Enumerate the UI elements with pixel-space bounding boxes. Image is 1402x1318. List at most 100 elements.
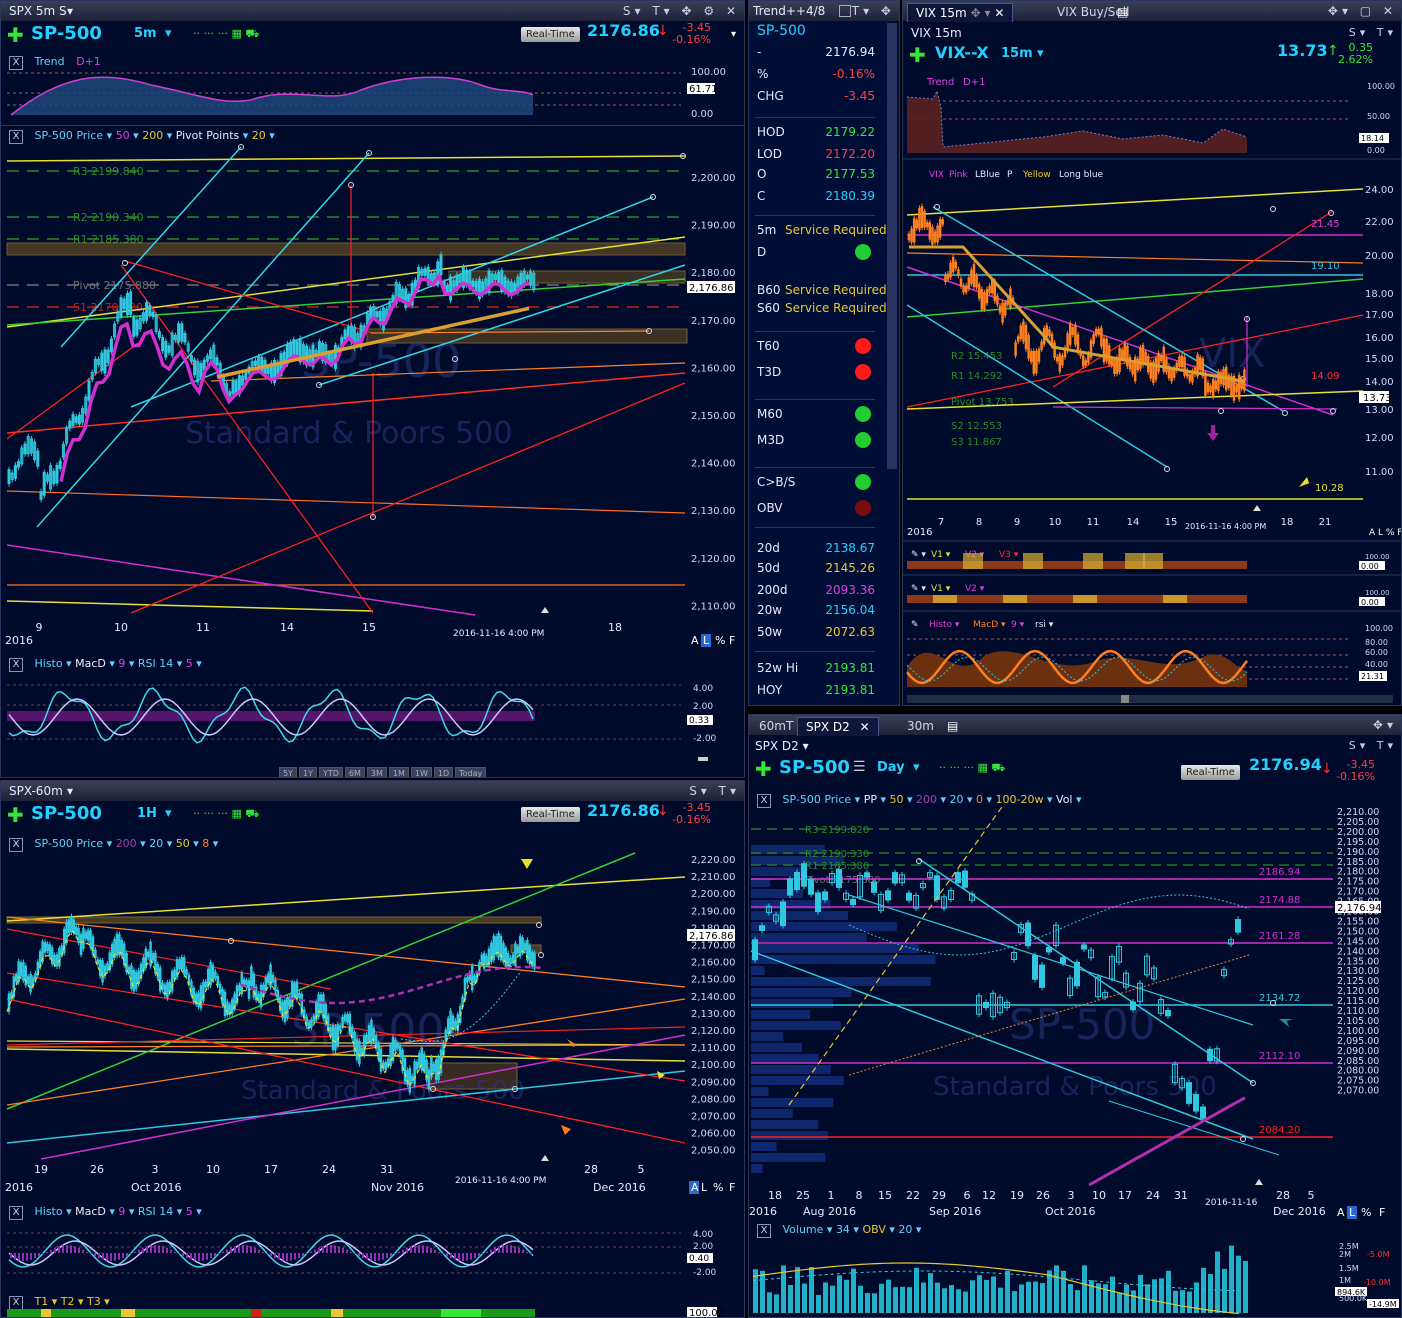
oscillator-study-label: X Histo ▾ MacD ▾ 9 ▾ RSI 14 ▾ 5 ▾ <box>9 657 202 672</box>
volume-bar <box>1124 1284 1129 1313</box>
range-button[interactable]: 1W <box>410 767 432 777</box>
scale-option[interactable]: A <box>691 634 699 647</box>
scroll-handle[interactable] <box>698 757 708 761</box>
watch-service-row[interactable]: S60 Service Required <box>757 301 887 319</box>
watchlist-scrollbar[interactable] <box>887 23 897 469</box>
add-symbol-icon[interactable]: ✚ <box>909 43 926 67</box>
watch-ma-row[interactable]: 20w 2156.04 <box>757 603 875 621</box>
menu-arrow-icon[interactable]: ▾ <box>731 29 736 40</box>
symbol-name[interactable]: VIX--X <box>935 43 989 62</box>
tab-vix-15m[interactable]: VIX 15m ✥ ▾ ✕ <box>907 3 1014 22</box>
symbol-name[interactable]: SP-500 <box>31 803 102 824</box>
watchlist-titlebar[interactable]: Trend++4/8 T▾ ✥ <box>749 1 899 21</box>
trend-axis-label: 0.00 <box>691 109 713 120</box>
watch-row[interactable]: C 2180.39 <box>757 189 875 207</box>
watch-signal-row[interactable]: C>B/S <box>757 474 875 493</box>
watch-signal-row[interactable]: M60 <box>757 406 875 425</box>
interval-dropdown-icon[interactable]: ▾ <box>165 26 172 41</box>
new-tab-icon[interactable]: ▤ <box>1109 3 1136 21</box>
watch-signal-row[interactable]: OBV <box>757 500 875 519</box>
watch-ma-row[interactable]: 20d 2138.67 <box>757 541 875 559</box>
interval-selector[interactable]: 15m <box>1001 46 1033 61</box>
range-button[interactable]: 6M <box>344 767 365 777</box>
price-chart-5m[interactable]: 2,200.00 2,190.00 2,180.00 2,170.00 2,160.00… <box>1 141 745 661</box>
close-study-icon[interactable]: X <box>757 1224 771 1238</box>
window-titlebar: 60mT SPX D2 ✕ 30m ▤ ✥▾ <box>749 715 1401 736</box>
watch-row[interactable]: - 2176.94 <box>757 45 875 63</box>
range-button[interactable]: Today <box>455 767 487 777</box>
symbol-name[interactable]: SP-500 <box>779 757 850 778</box>
add-symbol-icon[interactable]: ✚ <box>7 23 24 47</box>
window-controls-icon[interactable]: S▾ T▾ <box>1349 26 1397 39</box>
interval-dropdown-icon[interactable]: ▾ <box>165 806 172 821</box>
close-study-icon[interactable]: X <box>9 658 23 672</box>
new-tab-icon[interactable]: ▤ <box>939 717 966 735</box>
window-controls-icon[interactable]: ✥▾ <box>1373 718 1397 732</box>
window-controls-icon[interactable]: S▾ T▾ <box>689 784 740 798</box>
osc-label: MacD ▾ <box>973 620 1006 630</box>
range-button[interactable]: 1Y <box>298 767 317 777</box>
candle <box>1209 383 1212 395</box>
line-anchor[interactable] <box>1282 410 1288 416</box>
watch-row[interactable]: O 2177.53 <box>757 167 875 185</box>
watch-ma-row[interactable]: 50d 2145.26 <box>757 561 875 579</box>
watch-signal-row[interactable]: M3D <box>757 432 875 451</box>
line-anchor[interactable] <box>1270 206 1276 212</box>
range-button[interactable]: 3M <box>366 767 387 777</box>
dotted-tools-icon[interactable]: ·· ··· ··· ▦ ⛟ <box>193 807 259 822</box>
watch-signal-row[interactable]: T3D <box>757 364 875 383</box>
symbol-name[interactable]: SP-500 <box>31 23 102 44</box>
realtime-badge: Real-Time <box>1181 765 1240 780</box>
horizontal-scrollbar[interactable] <box>907 695 1393 703</box>
line-anchor[interactable] <box>1164 466 1170 472</box>
list-icon[interactable]: ☰ <box>853 759 866 775</box>
window-titlebar[interactable]: SPX 5m S ▾ S▾ T▾ ✥ ⚙ ✕ <box>1 1 744 21</box>
interval-dropdown-icon[interactable]: ▾ <box>913 760 920 775</box>
range-button[interactable]: 1M <box>388 767 409 777</box>
watch-ma-row[interactable]: 50w 2072.63 <box>757 625 875 643</box>
watch-row[interactable]: % -0.16% <box>757 67 875 85</box>
add-symbol-icon[interactable]: ✚ <box>755 757 772 781</box>
add-symbol-icon[interactable]: ✚ <box>7 803 24 827</box>
interval-selector[interactable]: 5m <box>134 26 157 41</box>
watch-ma-row[interactable]: HOY 2193.81 <box>757 683 875 701</box>
checkbox[interactable] <box>839 5 851 17</box>
dotted-tools-icon[interactable]: ·· ··· ··· ▦ ⛟ <box>939 761 1005 776</box>
watch-row[interactable]: HOD 2179.22 <box>757 125 875 143</box>
watch-signal-row[interactable]: D <box>757 244 875 263</box>
window-controls-icon[interactable]: ✥▾ ▢ ✕ <box>1328 4 1397 18</box>
range-button[interactable]: YTD <box>318 767 343 777</box>
window-controls-icon[interactable]: S▾ T▾ ✥ ⚙ ✕ <box>623 4 740 18</box>
scale-option[interactable]: F <box>729 634 735 647</box>
scale-option[interactable]: % <box>715 634 725 647</box>
price-chart-60m[interactable]: 2,220.002,210.002,200.002,190.002,180.00… <box>1 849 745 1199</box>
watch-ma-row[interactable]: 52w Hi 2193.81 <box>757 661 875 679</box>
range-button[interactable]: 1D <box>433 767 454 777</box>
y-axis-label: 2,110.00 <box>691 601 736 612</box>
tab-spx-d2[interactable]: SPX D2 ✕ <box>797 717 879 736</box>
scroll-handle[interactable] <box>1121 695 1129 703</box>
watch-ma-row[interactable]: 200d 2093.36 <box>757 583 875 601</box>
dotted-tools-icon[interactable]: ·· ··· ··· ▦ ⛟ <box>193 27 259 42</box>
watch-value: -3.45 <box>843 89 875 103</box>
interval-selector[interactable]: 1H <box>137 806 157 821</box>
line-anchor[interactable] <box>1218 408 1224 414</box>
watch-service-row[interactable]: B60 Service Required <box>757 283 887 301</box>
dropdown-icon[interactable]: ▾ <box>67 4 73 18</box>
window-titlebar[interactable]: SPX-60m ▾ S▾ T▾ <box>1 781 744 801</box>
line-anchor[interactable] <box>228 938 234 944</box>
watch-service-row[interactable]: 5m Service Required <box>757 223 887 241</box>
vix-charts[interactable]: Trend D+1 100.0050.0018.140.00VIX Pink LBlue… <box>903 67 1402 706</box>
range-button[interactable]: 5Y <box>279 767 297 777</box>
tab-30m[interactable]: 30m <box>899 717 942 735</box>
tab-60mt[interactable]: 60mT <box>751 717 801 735</box>
watch-row[interactable]: CHG -3.45 <box>757 89 875 107</box>
dropdown-icon[interactable]: ▾ <box>67 784 73 798</box>
watch-row[interactable]: LOD 2172.20 <box>757 147 875 165</box>
interval-dropdown-icon[interactable]: ▾ <box>1037 46 1044 61</box>
interval-selector[interactable]: Day <box>877 760 905 775</box>
window-controls-icon[interactable]: S▾ T▾ <box>1349 739 1397 752</box>
watch-signal-row[interactable]: T60 <box>757 338 875 357</box>
window-controls-icon[interactable]: T▾ ✥ <box>852 4 895 18</box>
price-chart-d2[interactable]: 2,210.002,205.002,200.002,195.002,190.00… <box>749 805 1402 1223</box>
